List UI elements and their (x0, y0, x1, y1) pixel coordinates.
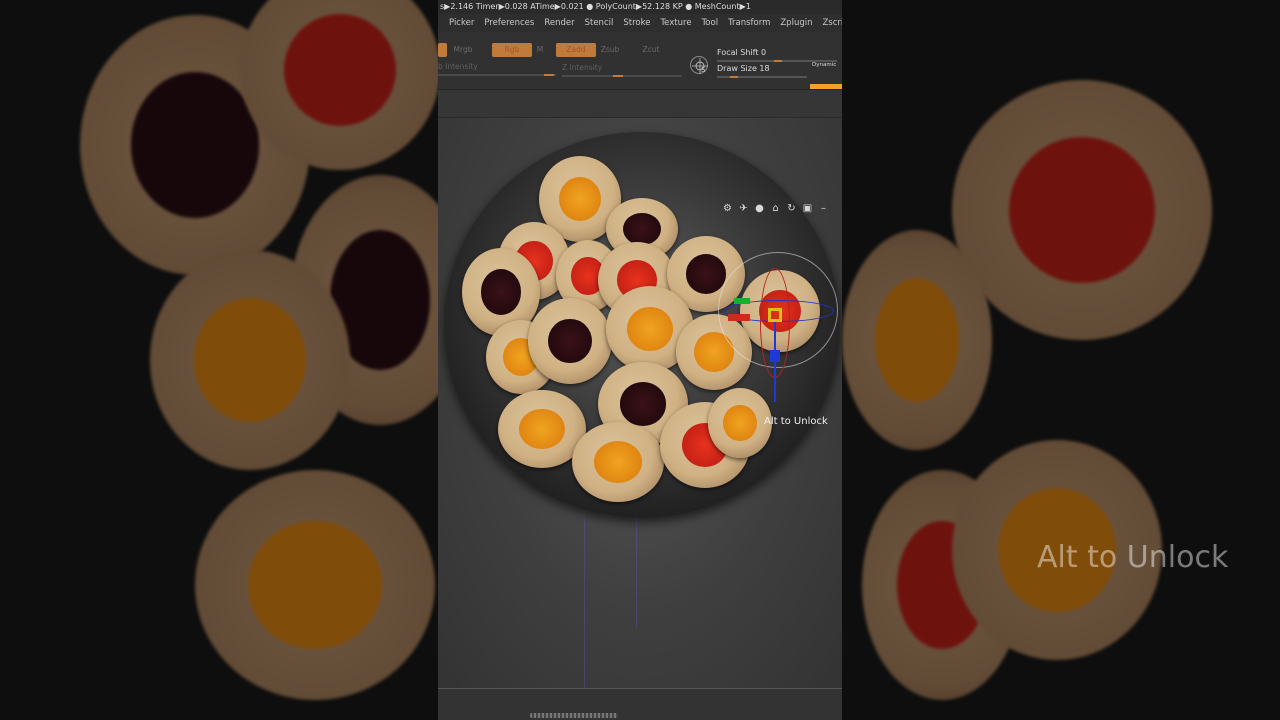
dynamic-button[interactable]: Dynamic (812, 62, 836, 68)
pin-icon[interactable]: ✈ (737, 202, 750, 215)
blurred-backdrop-right: Alt to Unlock (842, 0, 1280, 720)
rgb-intensity-fill (544, 74, 554, 76)
zbrush-window: s▶2.146 Timer▶0.028 ATime▶0.021 ● PolyCo… (438, 0, 842, 720)
minimize-icon[interactable]: – (817, 202, 830, 215)
z-intensity-label: Z Intensity (562, 63, 603, 72)
menu-stencil[interactable]: Stencil (580, 18, 619, 28)
m-button[interactable]: M (534, 43, 546, 57)
gear-icon[interactable]: ⚙ (721, 202, 734, 215)
focal-shift-fill (774, 60, 782, 62)
menu-stroke[interactable]: Stroke (618, 18, 655, 28)
draw-size-fill (730, 76, 738, 78)
bottom-tray (438, 688, 842, 720)
view-controls: ⚙ ✈ ● ⌂ ↻ ▣ – (721, 202, 830, 215)
alt-to-unlock-hint: Alt to Unlock (764, 416, 828, 427)
focal-shift-label[interactable]: Focal Shift 0 (717, 48, 766, 57)
menu-texture[interactable]: Texture (655, 18, 696, 28)
menu-transform[interactable]: Transform (723, 18, 775, 28)
active-indicator-bar (810, 84, 842, 89)
rgb-intensity-label: b Intensity (438, 62, 478, 71)
gizmo-red-handle[interactable] (728, 314, 750, 321)
zsub-button[interactable]: Zsub (598, 43, 622, 57)
z-intensity-fill (613, 75, 623, 77)
mrgb-button[interactable]: Mrgb (450, 43, 476, 57)
rgb-intensity-slider[interactable] (438, 74, 556, 76)
menu-render[interactable]: Render (539, 18, 579, 28)
canvas-viewport[interactable]: ⚙ ✈ ● ⌂ ↻ ▣ – Alt to Unlock (438, 118, 842, 688)
backdrop-unlock-caption: Alt to Unlock (1037, 540, 1229, 575)
blurred-backdrop-left (0, 0, 438, 720)
menu-picker[interactable]: Picker (444, 18, 479, 28)
backdrop-dim (842, 0, 1280, 720)
gyro-glyph (692, 58, 708, 74)
backdrop-dim (0, 0, 438, 720)
menu-tool[interactable]: Tool (697, 18, 724, 28)
lock-icon[interactable]: ▣ (801, 202, 814, 215)
refresh-icon[interactable]: ↻ (785, 202, 798, 215)
zcut-button[interactable]: Zcut (640, 43, 662, 57)
menu-zplugin[interactable]: Zplugin (775, 18, 817, 28)
home-icon[interactable]: ⌂ (769, 202, 782, 215)
zadd-button[interactable]: Zadd (556, 43, 596, 57)
accent-marker (438, 43, 447, 57)
menu-preferences[interactable]: Preferences (479, 18, 539, 28)
cookie (708, 388, 772, 458)
gyro-label: S (701, 66, 706, 74)
sub-shelf (438, 90, 842, 118)
location-icon[interactable]: ● (753, 202, 766, 215)
cookie (528, 298, 612, 384)
tray-resize-handle[interactable] (530, 713, 618, 718)
menu-zscript[interactable]: Zscript (817, 18, 842, 28)
guide-line (636, 518, 637, 628)
cookie (572, 422, 664, 502)
status-bar: s▶2.146 Timer▶0.028 ATime▶0.021 ● PolyCo… (438, 0, 842, 14)
gizmo-blue-axis-line (774, 322, 776, 402)
rgb-button[interactable]: Rgb (492, 43, 532, 57)
gizmo-yellow-center[interactable] (768, 308, 782, 322)
guide-line (584, 518, 585, 688)
gizmo-green-handle[interactable] (734, 298, 750, 304)
menu-bar: Picker Preferences Render Stencil Stroke… (438, 14, 842, 32)
draw-size-label[interactable]: Draw Size 18 (717, 64, 770, 73)
